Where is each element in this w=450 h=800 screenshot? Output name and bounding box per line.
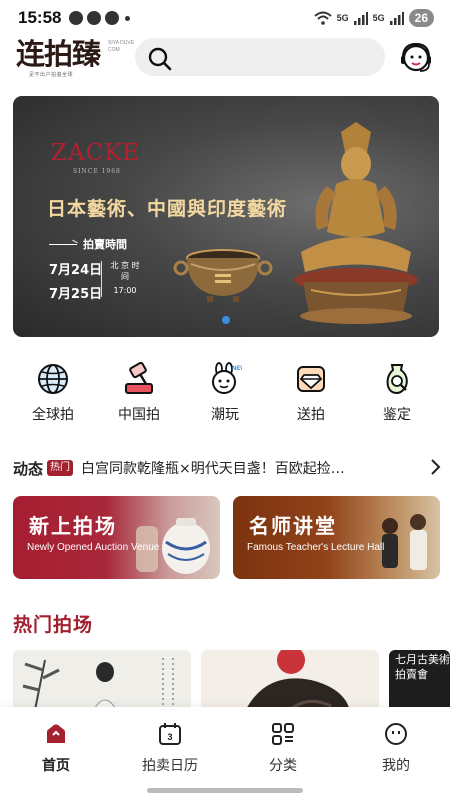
hot-card-title: 七月古美術拍賣會	[395, 653, 450, 681]
vase-magnifier-icon	[386, 364, 408, 395]
nav-category[interactable]: 分类	[238, 721, 328, 775]
wifi-icon	[313, 11, 332, 25]
bronze-censer-image	[173, 249, 273, 302]
profile-icon	[385, 723, 407, 745]
category-label: 潮玩	[211, 407, 239, 423]
banner-brand: ZACKE	[51, 140, 141, 166]
bottom-nav: 首页 3 拍卖日历 分类 我的	[0, 707, 450, 800]
category-label: 送拍	[297, 407, 325, 423]
hot-badge: 热门	[47, 460, 74, 476]
category-global-auction[interactable]: 全球拍	[17, 362, 89, 434]
category-consign[interactable]: 送拍	[275, 362, 347, 434]
banner-time-label: 拍賣時間	[83, 238, 127, 251]
category-label: 全球拍	[32, 407, 74, 423]
category-label: 鉴定	[383, 407, 411, 423]
network-label: 5G	[336, 13, 349, 23]
account-icon	[105, 11, 120, 25]
banner-since: SINCE 1968	[73, 168, 121, 175]
search-icon	[148, 47, 172, 71]
status-time: 15:58	[18, 8, 62, 27]
wechat-icon	[87, 11, 102, 25]
arrow-icon	[49, 244, 77, 245]
app-header: 连拍臻 SIYA DUVE COM 足不出户拍遍全球	[0, 36, 450, 84]
signal-icon	[389, 11, 404, 25]
lecture-image	[382, 514, 427, 570]
app-logo: 连拍臻 SIYA DUVE COM 足不出户拍遍全球	[16, 36, 134, 80]
card-title: 新上拍场	[29, 514, 117, 538]
lecture-hall-card[interactable]: 名师讲堂 Famous Teacher's Lecture Hall	[233, 496, 440, 579]
calendar-icon: 3	[159, 723, 181, 745]
rabbit-toy-icon: NEW	[212, 362, 242, 394]
card-title: 名师讲堂	[249, 514, 337, 538]
nav-auction-calendar[interactable]: 3 拍卖日历	[125, 721, 215, 775]
category-row: 全球拍 中国拍 NEW 潮玩 送拍	[0, 362, 450, 434]
nav-label: 首页	[42, 758, 70, 774]
status-bar: 15:58 5G 5G 26	[0, 0, 450, 36]
signal-icon	[353, 11, 368, 25]
battery-indicator: 26	[408, 9, 434, 27]
home-indicator[interactable]	[147, 788, 303, 793]
category-appraisal[interactable]: 鉴定	[361, 362, 433, 434]
notification-icons	[69, 11, 131, 25]
logo-text: 连拍臻	[16, 36, 101, 72]
nav-label: 我的	[382, 758, 410, 774]
logo-name: 连拍臻	[16, 37, 101, 71]
promo-banner[interactable]: ZACKE SINCE 1968 日本藝術、中國與印度藝術 拍賣時間 7月24日…	[13, 96, 439, 337]
svg-text:3: 3	[167, 732, 172, 742]
wechat-icon	[69, 11, 84, 25]
carousel-indicator[interactable]	[222, 316, 230, 324]
banner-title: 日本藝術、中國與印度藝術	[47, 198, 288, 220]
category-china-auction[interactable]: 中国拍	[103, 362, 175, 434]
hammer-icon	[125, 362, 153, 394]
ticker-label: 动态	[13, 459, 44, 478]
banner-hour: 17:00	[113, 286, 137, 295]
divider	[101, 261, 102, 297]
status-right: 5G 5G 26	[313, 9, 434, 27]
nav-label: 拍卖日历	[142, 758, 198, 774]
section-title-hot-auctions: 热门拍场	[13, 614, 94, 636]
buddha-statue-image	[294, 122, 418, 324]
nav-profile[interactable]: 我的	[351, 721, 441, 775]
nav-home[interactable]: 首页	[11, 721, 101, 775]
network-label: 5G	[372, 13, 385, 23]
banner-date-1: 7月24日	[49, 263, 103, 278]
logo-side-text: SIYA DUVE COM	[108, 40, 135, 53]
new-venue-card[interactable]: 新上拍场 Newly Opened Auction Venue	[13, 496, 220, 579]
svg-text:NEW: NEW	[232, 366, 242, 372]
chevron-right-icon[interactable]	[429, 458, 441, 476]
card-subtitle: Newly Opened Auction Venue	[27, 542, 160, 553]
category-icon	[272, 723, 294, 745]
category-label: 中国拍	[118, 407, 160, 423]
ticker-text: 白宫同款乾隆瓶×明代天目盏！百欧起捡…	[81, 461, 345, 477]
category-trendy-toys[interactable]: NEW 潮玩	[189, 362, 261, 434]
banner-date-2: 7月25日	[49, 287, 103, 302]
home-icon	[47, 724, 65, 743]
gem-box-icon	[297, 366, 325, 392]
more-dot-icon	[125, 15, 131, 21]
news-ticker[interactable]: 动态 热门 白宫同款乾隆瓶×明代天目盏！百欧起捡…	[13, 456, 441, 480]
customer-service-icon[interactable]	[396, 38, 436, 78]
search-bar[interactable]	[135, 38, 385, 76]
porcelain-image	[136, 518, 210, 574]
banner-location: 北 京 时 间	[110, 261, 140, 281]
card-subtitle: Famous Teacher's Lecture Hall	[247, 542, 385, 553]
globe-icon	[38, 364, 68, 394]
nav-label: 分类	[269, 758, 297, 774]
logo-slogan: 足不出户拍遍全球	[29, 72, 74, 78]
